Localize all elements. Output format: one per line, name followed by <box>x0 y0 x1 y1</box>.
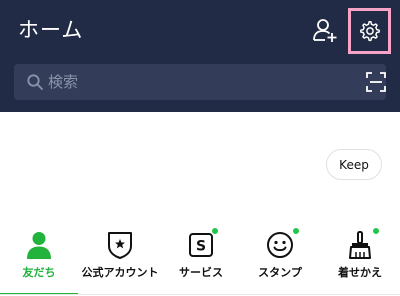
add-friend-button[interactable] <box>310 14 340 46</box>
tab-label: 友だち <box>22 266 56 279</box>
tab-label: 公式アカウント <box>81 266 159 279</box>
qr-scan-icon[interactable] <box>366 72 386 92</box>
search-icon <box>27 74 43 90</box>
tab-stickers[interactable]: スタンプ <box>240 222 320 296</box>
tab-label: スタンプ <box>258 266 302 279</box>
official-badge-icon <box>108 232 132 259</box>
tab-themes[interactable]: 着せかえ <box>320 222 400 296</box>
person-icon <box>27 232 51 259</box>
notification-dot <box>212 228 218 234</box>
tab-label: サービス <box>179 266 223 279</box>
notification-dot <box>293 228 299 234</box>
notification-dot <box>373 228 379 234</box>
service-s-icon: S <box>189 233 213 257</box>
tab-official-accounts[interactable]: 公式アカウント <box>78 222 162 296</box>
tab-services[interactable]: S サービス <box>162 222 240 296</box>
keep-button[interactable]: Keep <box>326 149 382 180</box>
search-input[interactable] <box>48 68 338 96</box>
search-bar[interactable] <box>14 64 386 100</box>
header-bar: ホーム <box>0 0 400 112</box>
settings-button[interactable] <box>348 8 391 54</box>
tab-friends[interactable]: 友だち <box>0 222 78 296</box>
divider <box>0 294 400 295</box>
svg-text:S: S <box>196 239 206 255</box>
tab-label: 着せかえ <box>338 266 382 279</box>
smiley-icon <box>267 232 293 258</box>
tab-bar: 友だち 公式アカウント S サービス スタンプ 着せかえ <box>0 222 400 296</box>
add-friend-icon <box>313 19 337 42</box>
page-title: ホーム <box>18 18 84 42</box>
brush-icon <box>349 231 371 259</box>
gear-icon <box>359 21 380 42</box>
